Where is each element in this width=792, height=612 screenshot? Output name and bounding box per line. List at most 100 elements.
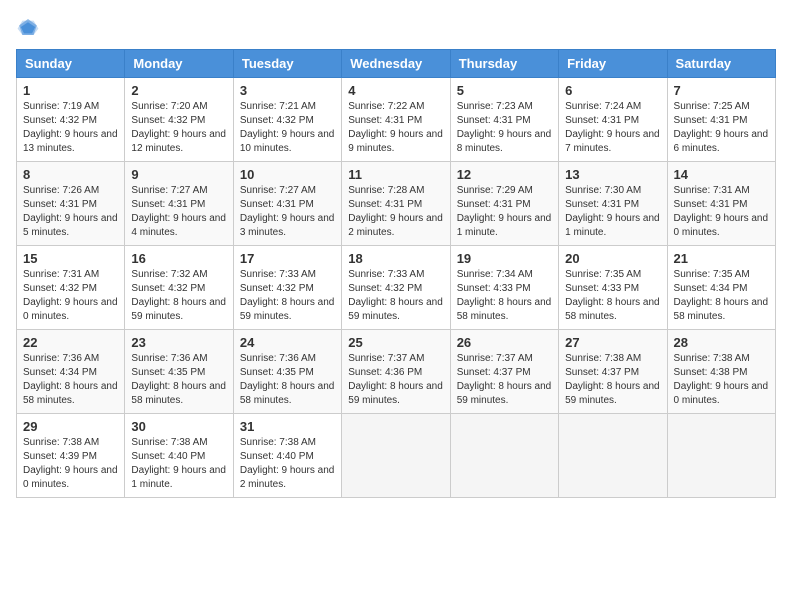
day-number: 22	[23, 335, 118, 350]
day-info: Sunrise: 7:20 AMSunset: 4:32 PMDaylight:…	[131, 100, 226, 156]
day-number: 10	[240, 167, 335, 182]
day-info: Sunrise: 7:28 AMSunset: 4:31 PMDaylight:…	[348, 184, 443, 240]
day-number: 15	[23, 251, 118, 266]
calendar-cell: 26 Sunrise: 7:37 AMSunset: 4:37 PMDayligh…	[450, 330, 558, 414]
day-info: Sunrise: 7:38 AMSunset: 4:40 PMDaylight:…	[131, 436, 226, 492]
calendar-cell: 27 Sunrise: 7:38 AMSunset: 4:37 PMDayligh…	[559, 330, 667, 414]
day-number: 31	[240, 419, 335, 434]
calendar-cell	[559, 414, 667, 498]
day-info: Sunrise: 7:38 AMSunset: 4:38 PMDaylight:…	[674, 352, 769, 408]
weekday-header-row: SundayMondayTuesdayWednesdayThursdayFrid…	[17, 50, 776, 78]
day-info: Sunrise: 7:33 AMSunset: 4:32 PMDaylight:…	[348, 268, 443, 324]
day-number: 19	[457, 251, 552, 266]
day-number: 12	[457, 167, 552, 182]
day-number: 26	[457, 335, 552, 350]
calendar-cell: 15 Sunrise: 7:31 AMSunset: 4:32 PMDayligh…	[17, 246, 125, 330]
calendar-cell	[450, 414, 558, 498]
calendar-cell: 28 Sunrise: 7:38 AMSunset: 4:38 PMDayligh…	[667, 330, 775, 414]
calendar-cell: 21Sunrise: 7:35 AMSunset: 4:34 PMDayligh…	[667, 246, 775, 330]
calendar-cell	[667, 414, 775, 498]
day-number: 27	[565, 335, 660, 350]
day-info: Sunrise: 7:27 AMSunset: 4:31 PMDaylight:…	[131, 184, 226, 240]
day-info: Sunrise: 7:35 AMSunset: 4:33 PMDaylight:…	[565, 268, 660, 324]
day-number: 24	[240, 335, 335, 350]
calendar-cell: 7 Sunrise: 7:25 AMSunset: 4:31 PMDaylight…	[667, 78, 775, 162]
day-number: 7	[674, 83, 769, 98]
day-info: Sunrise: 7:38 AMSunset: 4:40 PMDaylight:…	[240, 436, 335, 492]
calendar-cell: 1 Sunrise: 7:19 AMSunset: 4:32 PMDaylight…	[17, 78, 125, 162]
calendar-cell: 14Sunrise: 7:31 AMSunset: 4:31 PMDayligh…	[667, 162, 775, 246]
weekday-header-tuesday: Tuesday	[233, 50, 341, 78]
calendar-cell: 29 Sunrise: 7:38 AMSunset: 4:39 PMDayligh…	[17, 414, 125, 498]
calendar-cell: 3 Sunrise: 7:21 AMSunset: 4:32 PMDaylight…	[233, 78, 341, 162]
day-number: 23	[131, 335, 226, 350]
day-info: Sunrise: 7:34 AMSunset: 4:33 PMDaylight:…	[457, 268, 552, 324]
day-info: Sunrise: 7:26 AMSunset: 4:31 PMDaylight:…	[23, 184, 118, 240]
day-number: 11	[348, 167, 443, 182]
day-number: 16	[131, 251, 226, 266]
day-number: 13	[565, 167, 660, 182]
weekday-header-saturday: Saturday	[667, 50, 775, 78]
week-row-1: 1 Sunrise: 7:19 AMSunset: 4:32 PMDaylight…	[17, 78, 776, 162]
calendar-cell: 17 Sunrise: 7:33 AMSunset: 4:32 PMDayligh…	[233, 246, 341, 330]
calendar-cell: 6Sunrise: 7:24 AMSunset: 4:31 PMDaylight…	[559, 78, 667, 162]
day-info: Sunrise: 7:31 AMSunset: 4:32 PMDaylight:…	[23, 268, 118, 324]
day-number: 1	[23, 83, 118, 98]
calendar-cell: 13 Sunrise: 7:30 AMSunset: 4:31 PMDayligh…	[559, 162, 667, 246]
day-info: Sunrise: 7:36 AMSunset: 4:35 PMDaylight:…	[240, 352, 335, 408]
day-number: 18	[348, 251, 443, 266]
calendar-cell: 16 Sunrise: 7:32 AMSunset: 4:32 PMDayligh…	[125, 246, 233, 330]
weekday-header-friday: Friday	[559, 50, 667, 78]
weekday-header-sunday: Sunday	[17, 50, 125, 78]
day-info: Sunrise: 7:35 AMSunset: 4:34 PMDaylight:…	[674, 268, 769, 324]
day-number: 3	[240, 83, 335, 98]
day-info: Sunrise: 7:38 AMSunset: 4:39 PMDaylight:…	[23, 436, 118, 492]
day-number: 17	[240, 251, 335, 266]
calendar-cell: 10 Sunrise: 7:27 AMSunset: 4:31 PMDayligh…	[233, 162, 341, 246]
day-info: Sunrise: 7:36 AMSunset: 4:35 PMDaylight:…	[131, 352, 226, 408]
day-info: Sunrise: 7:23 AMSunset: 4:31 PMDaylight:…	[457, 100, 552, 156]
day-info: Sunrise: 7:37 AMSunset: 4:36 PMDaylight:…	[348, 352, 443, 408]
day-info: Sunrise: 7:38 AMSunset: 4:37 PMDaylight:…	[565, 352, 660, 408]
day-number: 14	[674, 167, 769, 182]
day-info: Sunrise: 7:32 AMSunset: 4:32 PMDaylight:…	[131, 268, 226, 324]
day-info: Sunrise: 7:21 AMSunset: 4:32 PMDaylight:…	[240, 100, 335, 156]
day-info: Sunrise: 7:33 AMSunset: 4:32 PMDaylight:…	[240, 268, 335, 324]
calendar-cell: 5 Sunrise: 7:23 AMSunset: 4:31 PMDaylight…	[450, 78, 558, 162]
day-number: 9	[131, 167, 226, 182]
day-info: Sunrise: 7:30 AMSunset: 4:31 PMDaylight:…	[565, 184, 660, 240]
calendar-cell: 11 Sunrise: 7:28 AMSunset: 4:31 PMDayligh…	[342, 162, 450, 246]
day-number: 28	[674, 335, 769, 350]
weekday-header-monday: Monday	[125, 50, 233, 78]
week-row-2: 8Sunrise: 7:26 AMSunset: 4:31 PMDaylight…	[17, 162, 776, 246]
week-row-3: 15 Sunrise: 7:31 AMSunset: 4:32 PMDayligh…	[17, 246, 776, 330]
logo	[16, 16, 44, 37]
calendar-cell	[342, 414, 450, 498]
week-row-4: 22Sunrise: 7:36 AMSunset: 4:34 PMDayligh…	[17, 330, 776, 414]
calendar-table: SundayMondayTuesdayWednesdayThursdayFrid…	[16, 49, 776, 498]
day-info: Sunrise: 7:25 AMSunset: 4:31 PMDaylight:…	[674, 100, 769, 156]
day-info: Sunrise: 7:29 AMSunset: 4:31 PMDaylight:…	[457, 184, 552, 240]
weekday-header-wednesday: Wednesday	[342, 50, 450, 78]
calendar-cell: 8Sunrise: 7:26 AMSunset: 4:31 PMDaylight…	[17, 162, 125, 246]
calendar-cell: 25Sunrise: 7:37 AMSunset: 4:36 PMDayligh…	[342, 330, 450, 414]
day-number: 20	[565, 251, 660, 266]
calendar-cell: 4 Sunrise: 7:22 AMSunset: 4:31 PMDaylight…	[342, 78, 450, 162]
day-info: Sunrise: 7:22 AMSunset: 4:31 PMDaylight:…	[348, 100, 443, 156]
day-number: 2	[131, 83, 226, 98]
calendar-cell: 12 Sunrise: 7:29 AMSunset: 4:31 PMDayligh…	[450, 162, 558, 246]
calendar-cell: 30Sunrise: 7:38 AMSunset: 4:40 PMDayligh…	[125, 414, 233, 498]
calendar-cell: 9 Sunrise: 7:27 AMSunset: 4:31 PMDaylight…	[125, 162, 233, 246]
day-number: 5	[457, 83, 552, 98]
day-info: Sunrise: 7:37 AMSunset: 4:37 PMDaylight:…	[457, 352, 552, 408]
day-info: Sunrise: 7:19 AMSunset: 4:32 PMDaylight:…	[23, 100, 118, 156]
day-number: 6	[565, 83, 660, 98]
calendar-cell: 24 Sunrise: 7:36 AMSunset: 4:35 PMDayligh…	[233, 330, 341, 414]
day-number: 29	[23, 419, 118, 434]
calendar-cell: 31 Sunrise: 7:38 AMSunset: 4:40 PMDayligh…	[233, 414, 341, 498]
calendar-cell: 2 Sunrise: 7:20 AMSunset: 4:32 PMDaylight…	[125, 78, 233, 162]
day-number: 4	[348, 83, 443, 98]
logo-icon	[16, 17, 40, 37]
calendar-cell: 19 Sunrise: 7:34 AMSunset: 4:33 PMDayligh…	[450, 246, 558, 330]
day-info: Sunrise: 7:27 AMSunset: 4:31 PMDaylight:…	[240, 184, 335, 240]
